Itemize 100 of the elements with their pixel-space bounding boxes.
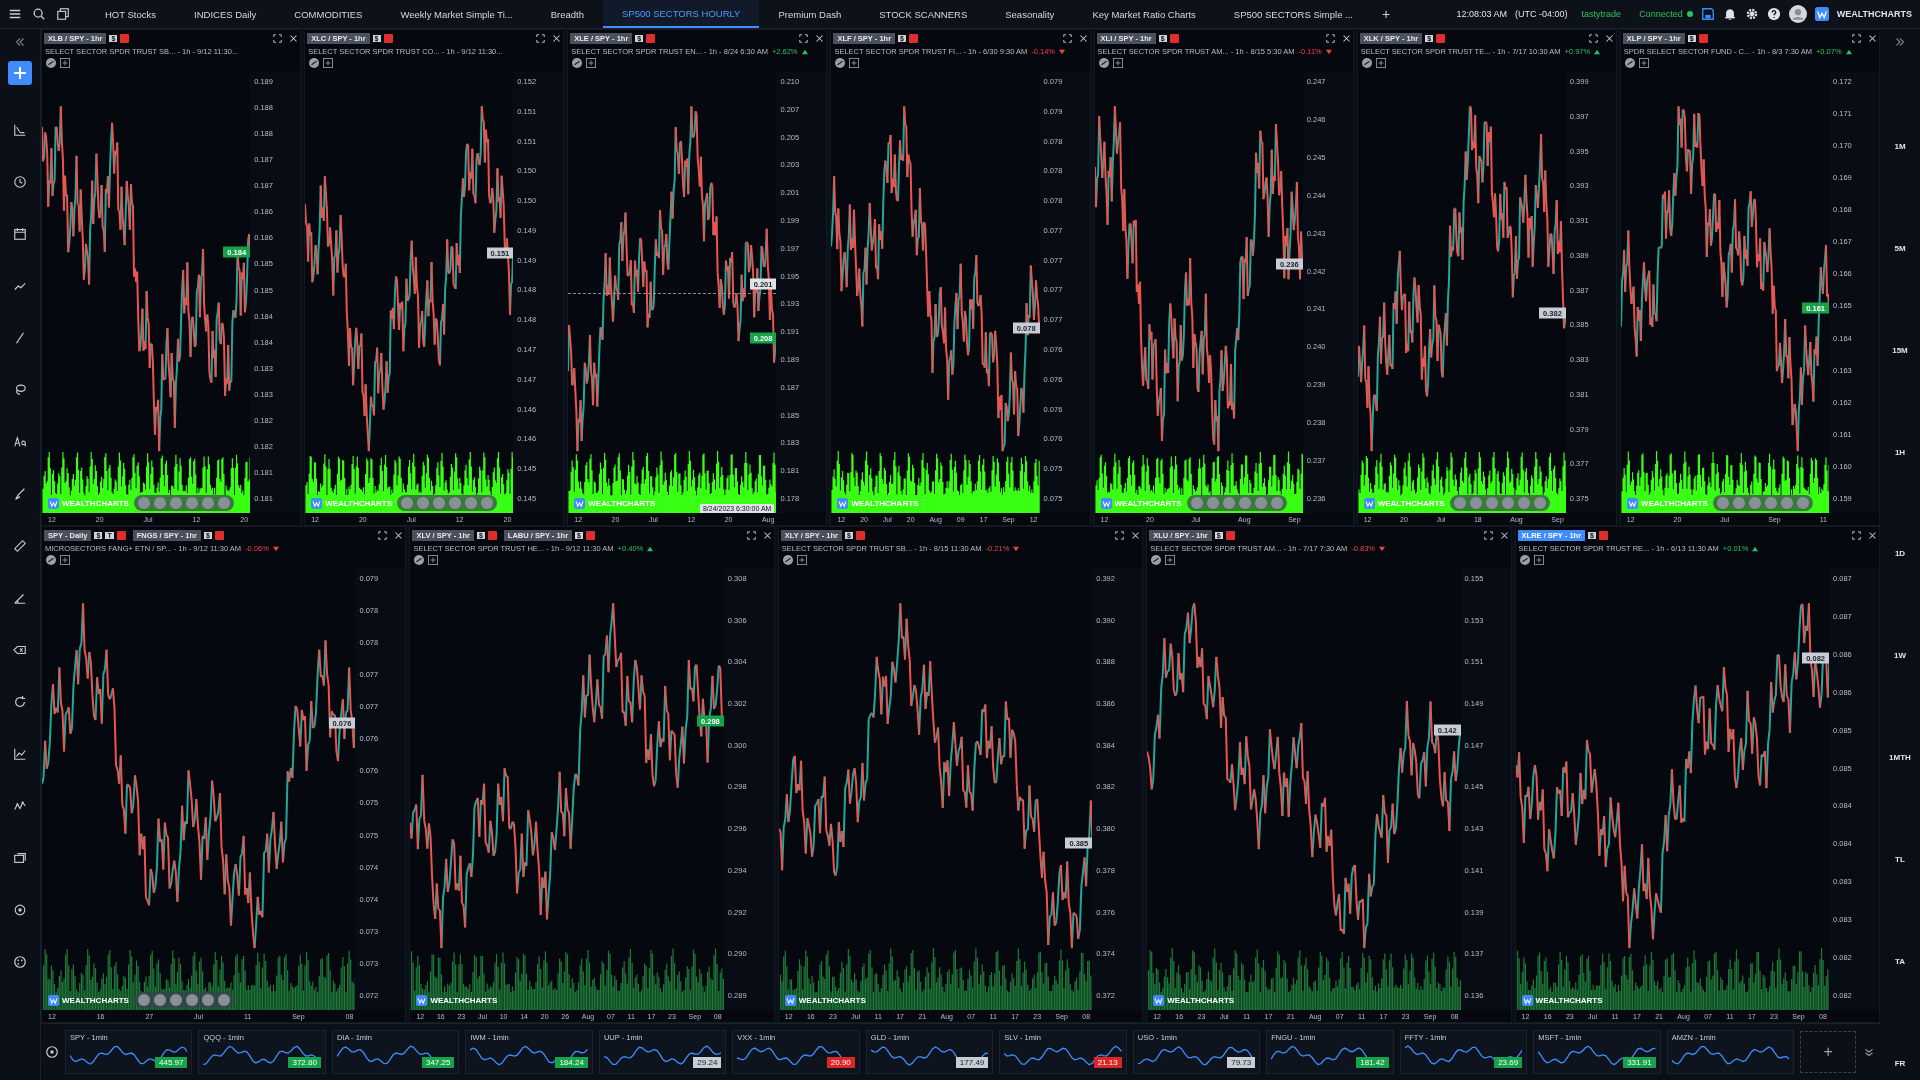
broker-name[interactable]: tastytrade — [1581, 9, 1622, 19]
layers-icon[interactable] — [13, 851, 27, 865]
close-icon[interactable] — [762, 530, 772, 540]
navigation-controls[interactable] — [1449, 495, 1550, 511]
line-tool-icon[interactable] — [13, 331, 27, 345]
maximize-icon[interactable] — [1852, 530, 1861, 540]
color-swatch-icon[interactable] — [1598, 530, 1608, 540]
line-chart-icon[interactable] — [13, 123, 27, 137]
copy-icon[interactable] — [56, 7, 70, 21]
workspace-tab[interactable]: Seasonality — [986, 0, 1074, 28]
add-indicator-icon[interactable] — [849, 58, 860, 68]
maximize-icon[interactable] — [1483, 530, 1493, 540]
add-indicator-icon[interactable] — [1375, 58, 1386, 68]
collapse-icon[interactable] — [13, 35, 27, 49]
calendar-icon[interactable] — [13, 227, 27, 241]
navigation-controls[interactable] — [134, 992, 234, 1008]
color-swatch-icon[interactable] — [214, 530, 224, 540]
workspace-tab[interactable]: STOCK SCANNERS — [860, 0, 987, 28]
menu-icon[interactable] — [8, 7, 22, 21]
settings-icon[interactable] — [45, 1045, 59, 1059]
link-icon[interactable] — [1361, 58, 1372, 68]
timeframe-button[interactable]: 1MTH — [1889, 753, 1911, 763]
link-icon[interactable] — [1151, 555, 1162, 565]
add-tab-button[interactable]: + — [1372, 0, 1401, 28]
add-indicator-icon[interactable] — [1112, 58, 1123, 68]
timeframe-button[interactable]: 1H — [1894, 447, 1906, 457]
indicator-icon[interactable] — [13, 747, 27, 761]
timeframe-button[interactable]: 15M — [1892, 345, 1908, 355]
angle-icon[interactable] — [13, 591, 27, 605]
link-icon[interactable] — [835, 58, 846, 68]
expand-icon[interactable] — [1893, 35, 1907, 49]
navigation-controls[interactable] — [1186, 495, 1287, 511]
close-icon[interactable] — [1131, 530, 1141, 540]
add-indicator-icon[interactable] — [60, 555, 70, 565]
target-icon[interactable] — [13, 903, 27, 917]
link-icon[interactable] — [1519, 555, 1530, 565]
navigation-controls[interactable] — [134, 495, 234, 511]
add-chart-button[interactable]: + — [1800, 1031, 1857, 1073]
maximize-icon[interactable] — [1325, 33, 1335, 43]
link-icon[interactable] — [414, 555, 425, 565]
color-swatch-icon[interactable] — [487, 530, 497, 540]
color-swatch-icon[interactable] — [120, 33, 130, 43]
link-icon[interactable] — [572, 58, 583, 68]
link-icon[interactable] — [782, 555, 793, 565]
timeframe-button[interactable]: 5M — [1894, 243, 1906, 253]
link-icon[interactable] — [46, 555, 56, 565]
workspace-tab[interactable]: SP500 SECTORS Simple ... — [1214, 0, 1372, 28]
avatar[interactable] — [1788, 5, 1807, 23]
maximize-icon[interactable] — [378, 530, 388, 540]
color-swatch-icon[interactable] — [383, 33, 393, 43]
link-icon[interactable] — [309, 58, 320, 68]
add-indicator-icon[interactable] — [323, 58, 334, 68]
palette-icon[interactable] — [13, 955, 27, 969]
close-icon[interactable] — [1604, 33, 1614, 43]
timeframe-button[interactable]: TL — [1895, 855, 1905, 865]
close-icon[interactable] — [394, 530, 404, 540]
color-swatch-icon[interactable] — [646, 33, 656, 43]
color-swatch-icon[interactable] — [908, 33, 918, 43]
workspace-tab[interactable]: Premium Dash — [759, 0, 861, 28]
add-indicator-icon[interactable] — [586, 58, 597, 68]
add-indicator-icon[interactable] — [1165, 555, 1176, 565]
color-swatch-icon[interactable] — [855, 530, 865, 540]
timeframe-button[interactable]: FR — [1894, 1058, 1906, 1068]
close-icon[interactable] — [1868, 33, 1877, 43]
close-icon[interactable] — [552, 33, 562, 43]
workspace-tab[interactable]: Key Market Ratio Charts — [1073, 0, 1215, 28]
ruler-icon[interactable] — [13, 539, 27, 553]
timeframe-button[interactable]: 1D — [1894, 549, 1906, 559]
maximize-icon[interactable] — [1852, 33, 1861, 43]
timeframe-button[interactable]: TA — [1894, 957, 1906, 966]
brush-icon[interactable] — [13, 487, 27, 501]
timeframe-button[interactable]: 1M — [1894, 141, 1906, 151]
close-icon[interactable] — [289, 33, 299, 43]
maximize-icon[interactable] — [536, 33, 546, 43]
add-indicator-icon[interactable] — [1638, 58, 1649, 68]
link-icon[interactable] — [46, 58, 56, 68]
save-icon[interactable] — [1700, 7, 1715, 21]
workspace-tab[interactable]: HOT Stocks — [86, 0, 176, 28]
maximize-icon[interactable] — [1588, 33, 1598, 43]
close-icon[interactable] — [1078, 33, 1088, 43]
close-icon[interactable] — [1868, 530, 1877, 540]
maximize-icon[interactable] — [1062, 33, 1072, 43]
color-swatch-icon[interactable] — [1436, 33, 1446, 43]
navigation-controls[interactable] — [397, 495, 498, 511]
link-icon[interactable] — [1624, 58, 1635, 68]
maximize-icon[interactable] — [273, 33, 283, 43]
color-swatch-icon[interactable] — [1169, 33, 1179, 43]
workspace-tab[interactable]: COMMODITIES — [275, 0, 382, 28]
workspace-tab[interactable]: Breadth — [531, 0, 603, 28]
add-indicator-icon[interactable] — [60, 58, 70, 68]
lasso-icon[interactable] — [13, 383, 27, 397]
timezone[interactable]: (UTC -04:00) — [1515, 9, 1568, 19]
add-indicator-icon[interactable] — [796, 555, 807, 565]
close-icon[interactable] — [1341, 33, 1351, 43]
link-icon[interactable] — [1098, 58, 1109, 68]
navigation-controls[interactable] — [1712, 495, 1813, 511]
color-swatch-icon[interactable] — [1698, 33, 1708, 43]
settings-icon[interactable] — [1744, 7, 1759, 21]
add-indicator-icon[interactable] — [428, 555, 439, 565]
color-swatch-icon[interactable] — [1225, 530, 1235, 540]
